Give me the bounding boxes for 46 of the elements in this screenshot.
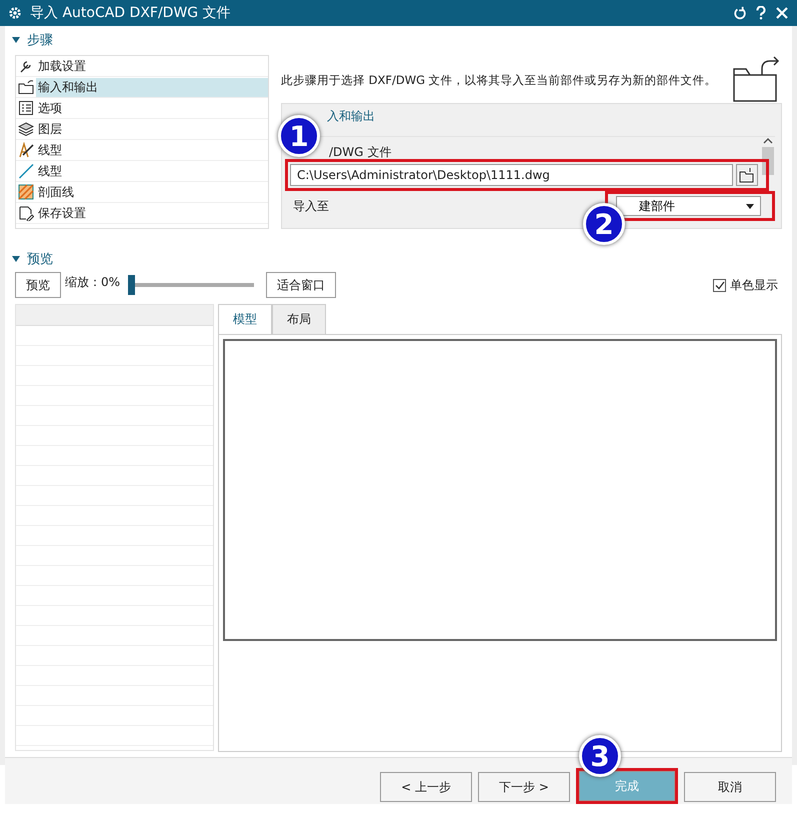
window-title: 导入 AutoCAD DXF/DWG 文件 [30,4,231,22]
step-item[interactable]: 选项 [16,98,268,119]
step-icon [18,100,34,116]
section-title[interactable]: 预览 [27,250,53,268]
step-item[interactable]: 线型 [16,161,268,182]
caret-icon [746,204,754,208]
section-title[interactable]: 步骤 [27,31,53,49]
collapse-icon[interactable] [11,36,21,44]
import-target-dropdown[interactable]: 建部件 [616,196,761,216]
step-item[interactable]: 线型 [16,140,268,161]
field-label: /DWG 文件 [328,144,392,159]
step-icon [18,184,34,200]
step-item[interactable]: 剖面线 [16,182,268,203]
step-item[interactable]: 保存设置 [16,203,268,224]
step-icon [18,205,34,221]
fit-window-button[interactable]: 适合窗口 [266,272,336,298]
file-path-field[interactable]: C:\Users\Administrator\Desktop\1111.dwg [290,164,733,186]
zoom-label: 缩放：0% [65,274,120,291]
step-item[interactable]: 加载设置 [16,56,268,77]
step-icon [18,121,34,137]
preview-button[interactable]: 预览 [15,272,61,298]
step-icon [18,79,34,95]
zoom-slider[interactable] [128,275,254,295]
step-item[interactable]: 图层 [16,119,268,140]
close-icon[interactable] [775,6,789,20]
group-title: 入和输出 [326,108,376,125]
scroll-up-icon[interactable] [763,137,773,145]
checkbox-label[interactable]: 单色显示 [730,276,778,294]
dialog-button[interactable]: < 上一步 [380,772,472,802]
tab[interactable]: 布局 [272,304,326,334]
tab[interactable]: 模型 [218,304,272,334]
step-icon [18,142,34,158]
step-badge: 3 [579,735,621,777]
browse-button[interactable] [736,164,758,186]
checkbox[interactable] [713,278,726,292]
folder-icon [732,55,780,105]
field-label: 导入至 [292,198,329,214]
step-description: 此步骤用于选择 DXF/DWG 文件，以将其导入至当前部件或另存为新的部件文件。 [281,73,717,88]
reset-icon[interactable] [733,6,747,20]
step-badge: 2 [583,203,625,245]
step-icon [18,163,34,179]
collapse-icon[interactable] [11,255,21,263]
dialog-button[interactable]: 下一步 > [478,772,570,802]
dialog-button[interactable]: 取消 [684,772,776,802]
settings-icon [8,6,22,20]
help-icon[interactable] [755,6,767,20]
